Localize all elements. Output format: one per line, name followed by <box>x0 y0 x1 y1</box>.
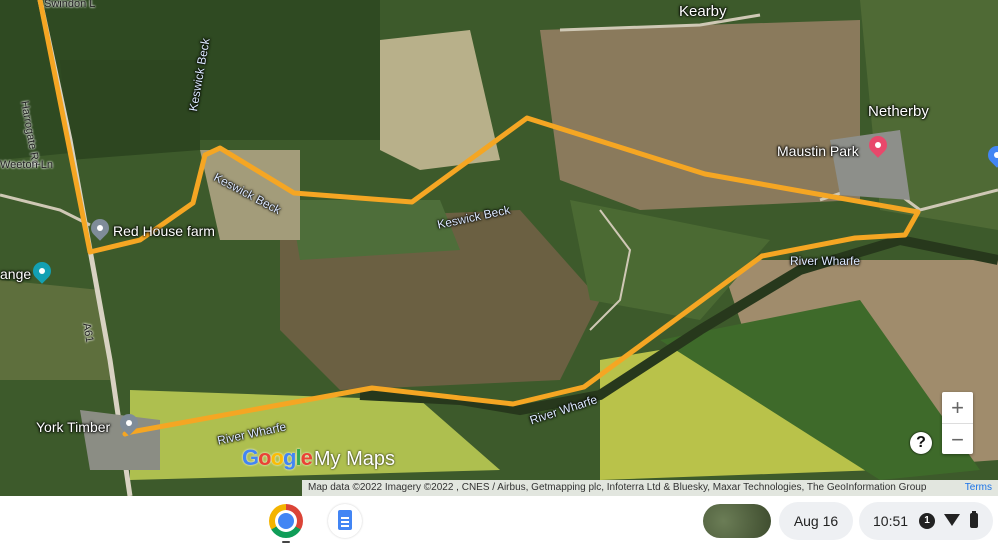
docs-icon[interactable] <box>328 504 362 538</box>
map-canvas[interactable]: Swindon L Harrogate Rd Weeton Ln A61 Kes… <box>0 0 998 496</box>
place-label-red-house-farm[interactable]: Red House farm <box>113 223 215 239</box>
help-button[interactable]: ? <box>910 432 932 454</box>
terms-link[interactable]: Terms <box>965 480 992 496</box>
road-label-swindon: Swindon L <box>44 0 96 10</box>
wifi-icon <box>944 514 960 526</box>
zoom-out-button[interactable]: − <box>942 424 973 455</box>
battery-icon <box>970 511 978 528</box>
screen-capture-thumbnail[interactable] <box>703 504 771 538</box>
google-my-maps-logo: Google My Maps <box>242 445 395 470</box>
running-indicator <box>282 541 290 543</box>
road-label-weeton: Weeton Ln <box>0 159 54 171</box>
zoom-in-button[interactable]: + <box>942 392 973 423</box>
status-tray[interactable]: 10:51 1 <box>859 502 993 540</box>
date-button[interactable]: Aug 16 <box>779 502 853 540</box>
chrome-icon[interactable] <box>269 504 303 538</box>
clock: 10:51 <box>873 513 909 529</box>
satellite-imagery <box>0 0 998 496</box>
notification-badge: 1 <box>919 513 935 529</box>
attribution-text: Map data ©2022 Imagery ©2022 , CNES / Ai… <box>308 482 927 493</box>
place-label-grange[interactable]: ange <box>0 266 31 282</box>
place-label-kearby: Kearby <box>679 3 727 20</box>
zoom-control: + − <box>942 392 973 454</box>
place-label-york-timber[interactable]: York Timber <box>36 419 110 435</box>
water-label-river-wharfe: River Wharfe <box>790 254 861 268</box>
place-label-maustin-park[interactable]: Maustin Park <box>777 143 859 159</box>
place-label-netherby: Netherby <box>868 103 929 120</box>
map-attribution: Map data ©2022 Imagery ©2022 , CNES / Ai… <box>302 480 998 496</box>
